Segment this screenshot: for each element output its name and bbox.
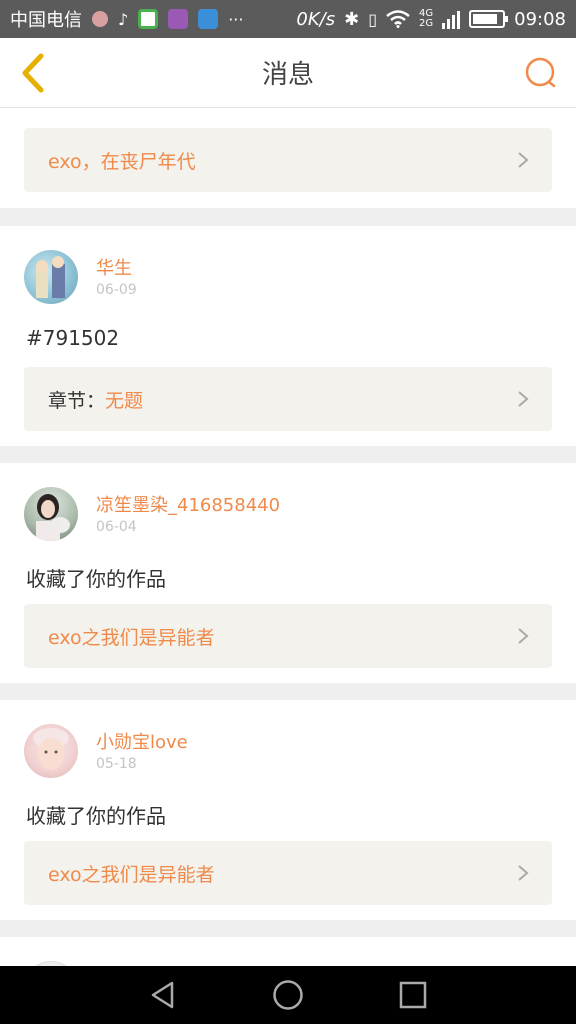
flower-app-icon (92, 11, 108, 27)
message-card (0, 937, 576, 966)
link-title: 无题 (105, 389, 144, 412)
link-title: exo之我们是异能者 (48, 626, 215, 649)
search-icon (525, 57, 556, 88)
more-notifications-icon: ··· (228, 9, 244, 29)
avatar[interactable] (24, 250, 78, 304)
message-date: 05-18 (96, 756, 137, 772)
work-link[interactable]: exo之我们是异能者 (24, 604, 552, 668)
chevron-right-icon (518, 865, 529, 881)
message-date: 06-04 (96, 519, 137, 535)
signal-icon (442, 9, 461, 29)
bluetooth-icon: ✱ (344, 8, 360, 30)
work-link[interactable]: exo，在丧尸年代 (24, 128, 552, 192)
square-recents-icon (400, 981, 427, 1009)
nav-back-button[interactable] (143, 975, 183, 1015)
network-type: 4G 2G (419, 8, 434, 29)
chevron-right-icon (518, 391, 529, 407)
link-title: exo之我们是异能者 (48, 863, 215, 886)
circle-home-icon (273, 980, 303, 1010)
nav-recents-button[interactable] (393, 975, 433, 1015)
user-name[interactable]: 华生 (96, 254, 132, 280)
message-user[interactable]: 华生 06-09 (24, 250, 524, 310)
user-name[interactable]: 凉笙墨染_416858440 (96, 491, 280, 517)
link-title: exo，在丧尸年代 (48, 150, 196, 173)
chevron-right-icon (518, 628, 529, 644)
user-name[interactable]: 小勋宝love (96, 728, 188, 754)
app-header: 消息 (0, 38, 576, 108)
triangle-back-icon (151, 981, 173, 1009)
message-app-icon (198, 9, 219, 29)
avatar[interactable] (24, 487, 78, 541)
music-note-icon: ♪ (118, 9, 129, 29)
battery-icon (469, 10, 509, 28)
message-user[interactable]: 小勋宝love 05-18 (24, 724, 524, 784)
message-card: 小勋宝love 05-18 收藏了你的作品 exo之我们是异能者 (0, 700, 576, 920)
work-link[interactable]: 章节： 无题 (24, 367, 552, 431)
back-button[interactable] (12, 52, 54, 94)
clock: 09:08 (514, 8, 566, 30)
link-label: 章节： (48, 389, 106, 412)
gallery-app-icon (168, 9, 189, 29)
status-bar: 中国电信 ♪ ··· 0K/s ✱ ▯ 4G 2G 09:08 (0, 0, 576, 38)
message-card: exo，在丧尸年代 (0, 108, 576, 208)
message-text: #791502 (26, 326, 120, 350)
message-list[interactable]: exo，在丧尸年代 华生 06-09 #791502 章节： 无题 凉笙墨染_4… (0, 108, 576, 966)
message-card: 凉笙墨染_416858440 06-04 收藏了你的作品 exo之我们是异能者 (0, 463, 576, 683)
message-text: 收藏了你的作品 (26, 567, 166, 591)
message-date: 06-09 (96, 282, 137, 298)
work-link[interactable]: exo之我们是异能者 (24, 841, 552, 905)
system-nav-bar (0, 966, 576, 1024)
network-speed: 0K/s (296, 8, 336, 30)
message-card: 华生 06-09 #791502 章节： 无题 (0, 226, 576, 446)
message-text: 收藏了你的作品 (26, 804, 166, 828)
wifi-icon (386, 10, 410, 28)
chevron-right-icon (518, 152, 529, 168)
page-title: 消息 (261, 60, 314, 90)
nav-home-button[interactable] (268, 975, 308, 1015)
avatar[interactable] (24, 724, 78, 778)
search-button[interactable] (522, 54, 560, 92)
chevron-left-icon (22, 53, 44, 93)
vibrate-icon: ▯ (368, 9, 377, 29)
chrome-app-icon (138, 9, 159, 29)
message-user[interactable]: 凉笙墨染_416858440 06-04 (24, 487, 524, 547)
carrier-label: 中国电信 (10, 10, 82, 31)
